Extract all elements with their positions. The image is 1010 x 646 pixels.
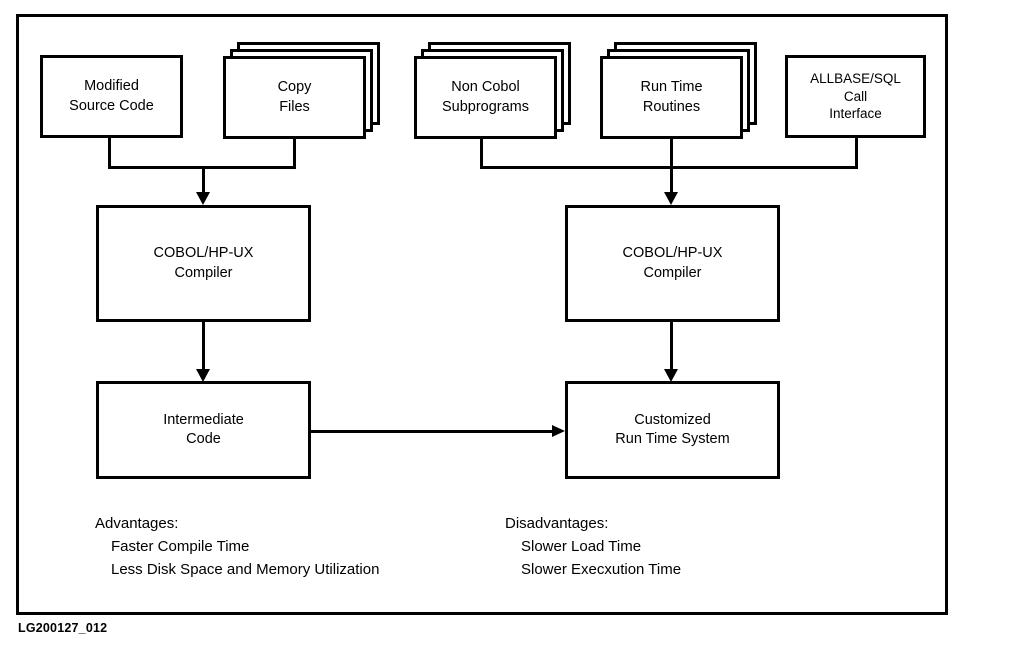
node-allbase-sql-call-interface: ALLBASE/SQL Call Interface — [785, 55, 926, 138]
note-item: Less Disk Space and Memory Utilization — [111, 560, 380, 578]
connector-right-to-compiler — [670, 138, 673, 196]
node-label-line: Intermediate — [163, 411, 244, 428]
node-compiler-right: COBOL/HP-UX Compiler — [565, 205, 780, 322]
arrowhead-customized-runtime-in — [664, 369, 678, 382]
node-run-time-routines: Run Time Routines — [600, 56, 743, 139]
connector-copy-files-drop — [293, 139, 296, 169]
note-heading: Disadvantages: — [505, 515, 609, 532]
node-label-line: Code — [186, 431, 221, 447]
node-label-line: Interface — [829, 106, 882, 122]
node-label-line: Call — [843, 88, 868, 104]
node-label-line: Run Time — [640, 79, 703, 96]
arrowhead-right-compiler-in — [664, 192, 678, 205]
node-label-line: Subprograms — [441, 98, 530, 115]
note-item: Faster Compile Time — [111, 537, 250, 555]
note-disadvantages: Disadvantages: Slower Load Time Slower E… — [505, 513, 681, 581]
node-copy-files: Copy Files — [223, 56, 366, 139]
diagram-canvas: Modified Source Code Copy Files Non Cobo… — [0, 0, 1010, 646]
connector-right-compiler-out — [670, 322, 673, 372]
node-label-line: Compiler — [174, 264, 233, 281]
node-non-cobol-subprograms: Non Cobol Subprograms — [414, 56, 557, 139]
node-label-line: Non Cobol — [451, 79, 520, 96]
node-label-line: Modified — [84, 78, 139, 95]
node-label-line: Source Code — [69, 97, 154, 114]
node-customized-run-time-system: Customized Run Time System — [565, 381, 780, 479]
note-item: Slower Load Time — [521, 537, 642, 555]
connector-right-merge-bus — [480, 166, 858, 169]
node-label-line: Copy — [277, 79, 312, 96]
node-modified-source-code: Modified Source Code — [40, 55, 183, 138]
connector-allbase-sql-drop — [855, 138, 858, 169]
figure-caption: LG200127_012 — [18, 621, 108, 635]
node-label-line: COBOL/HP-UX — [153, 245, 254, 262]
node-label-line: Run Time System — [615, 431, 730, 447]
connector-intermediate-to-runtime — [311, 430, 555, 433]
node-label-line: Files — [279, 98, 310, 115]
arrowhead-intermediate-code-in — [196, 369, 210, 382]
note-heading: Advantages: — [95, 515, 179, 532]
node-intermediate-code: Intermediate Code — [96, 381, 311, 479]
node-label-line: COBOL/HP-UX — [622, 245, 723, 262]
node-label-line: ALLBASE/SQL — [810, 70, 901, 86]
node-label-line: Customized — [634, 411, 711, 428]
connector-left-compiler-out — [202, 322, 205, 372]
arrowhead-runtime-system-in — [552, 425, 565, 437]
note-advantages: Advantages: Faster Compile Time Less Dis… — [95, 513, 379, 581]
node-compiler-left: COBOL/HP-UX Compiler — [96, 205, 311, 322]
arrowhead-left-compiler-in — [196, 192, 210, 205]
node-label-line: Routines — [642, 98, 701, 115]
note-item: Slower Execxution Time — [521, 560, 682, 578]
connector-non-cobol-drop — [480, 139, 483, 169]
connector-modified-source-drop — [108, 138, 111, 169]
node-label-line: Compiler — [643, 264, 702, 281]
